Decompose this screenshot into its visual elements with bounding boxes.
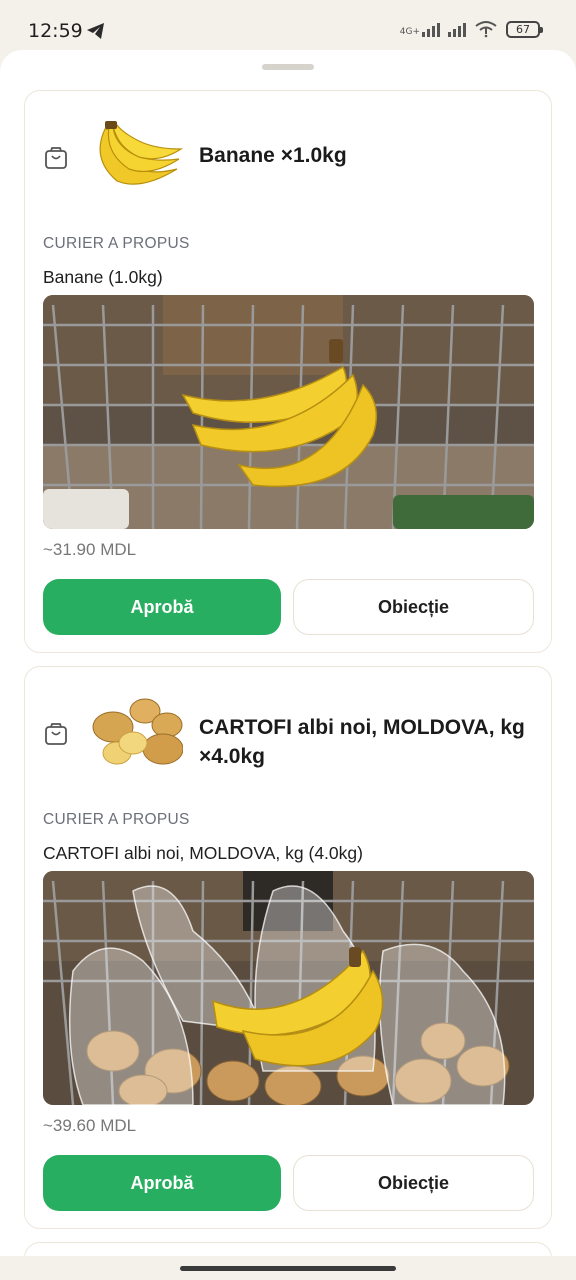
signal-icon-2 bbox=[448, 21, 466, 37]
sheet-drag-handle[interactable] bbox=[262, 64, 314, 70]
status-icons: 4G+ 67 bbox=[400, 20, 543, 38]
telegram-icon bbox=[87, 23, 104, 39]
item-title: CARTOFI albi noi, MOLDOVA, kg ×4.0kg bbox=[199, 716, 525, 768]
objection-button[interactable]: Obiecție bbox=[293, 579, 534, 635]
cell-signal-1: 4G+ bbox=[400, 21, 440, 37]
wifi-icon bbox=[475, 21, 497, 38]
banana-thumbnail bbox=[99, 121, 183, 185]
potatoes-cart-photo bbox=[43, 871, 534, 1105]
item-title: Banane ×1.0kg bbox=[199, 144, 347, 167]
proposed-item-photo[interactable] bbox=[43, 871, 534, 1105]
item-card-cartofi: CARTOFI albi noi, MOLDOVA, kg ×4.0kg CUR… bbox=[24, 666, 552, 1229]
battery-icon: 67 bbox=[506, 20, 543, 38]
shopping-bag-icon bbox=[45, 147, 67, 169]
proposed-item-name: Banane (1.0kg) bbox=[43, 267, 163, 287]
item-price: ~31.90 MDL bbox=[43, 540, 137, 559]
home-gesture-bar[interactable] bbox=[180, 1266, 396, 1271]
shopping-bag-icon bbox=[45, 723, 67, 745]
approve-button[interactable]: Aprobă bbox=[43, 1155, 281, 1211]
potato-thumbnail bbox=[92, 698, 183, 765]
status-time: 12:59 bbox=[28, 20, 83, 42]
system-nav-bar bbox=[0, 1256, 576, 1280]
bottom-sheet: Banane ×1.0kg CURIER A PROPUS Banane (1.… bbox=[0, 50, 576, 1280]
approve-button[interactable]: Aprobă bbox=[43, 579, 281, 635]
item-header: Banane ×1.0kg bbox=[43, 119, 533, 199]
objection-button[interactable]: Obiecție bbox=[293, 1155, 534, 1211]
proposed-item-photo[interactable] bbox=[43, 295, 534, 529]
item-price: ~39.60 MDL bbox=[43, 1116, 137, 1135]
courier-proposed-label: CURIER A PROPUS bbox=[43, 811, 190, 828]
courier-proposed-label: CURIER A PROPUS bbox=[43, 235, 190, 252]
network-type: 4G+ bbox=[399, 27, 420, 37]
proposed-item-name: CARTOFI albi noi, MOLDOVA, kg (4.0kg) bbox=[43, 843, 363, 863]
signal-icon bbox=[422, 21, 440, 37]
item-header: CARTOFI albi noi, MOLDOVA, kg ×4.0kg bbox=[43, 695, 533, 775]
item-card-banane: Banane ×1.0kg CURIER A PROPUS Banane (1.… bbox=[24, 90, 552, 653]
banana-cart-photo bbox=[43, 295, 534, 529]
